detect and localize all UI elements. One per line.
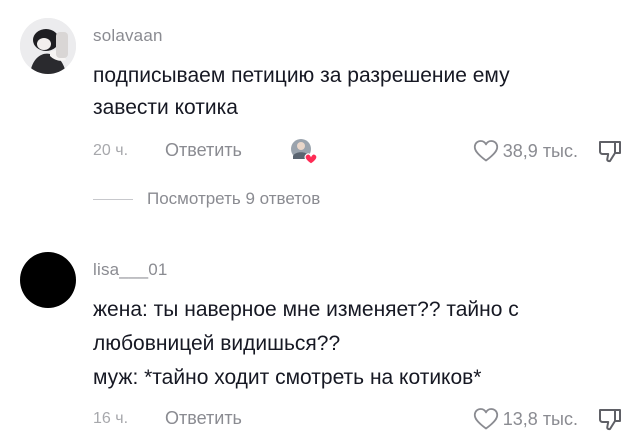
reply-button[interactable]: Ответить bbox=[165, 408, 242, 429]
avatar[interactable] bbox=[20, 18, 76, 74]
comment-text-line: муж: *тайно ходит смотреть на котиков* bbox=[93, 366, 482, 389]
view-replies-label: Посмотреть 9 ответов bbox=[147, 189, 321, 208]
like-count: 13,8 тыс. bbox=[502, 408, 578, 429]
like-count: 38,9 тыс. bbox=[502, 140, 578, 161]
comment-meta: 16 ч. Ответить 13,8 тыс. bbox=[93, 404, 624, 434]
heart-outline-icon bbox=[473, 140, 498, 162]
comment-text-line: завести котика bbox=[93, 96, 238, 119]
comment-item: lisa___01 жена: ты наверное мне изменяет… bbox=[0, 240, 640, 447]
like-button[interactable]: 38,9 тыс. bbox=[473, 138, 578, 164]
creator-liked-badge-icon bbox=[289, 136, 319, 166]
comment-text-line: жена: ты наверное мне изменяет?? тайно с bbox=[93, 298, 519, 321]
avatar-photo-icon bbox=[20, 18, 76, 74]
comment-time: 20 ч. bbox=[93, 142, 129, 159]
reply-button[interactable]: Ответить bbox=[165, 140, 242, 161]
comment-time: 16 ч. bbox=[93, 410, 129, 427]
thumbs-down-icon bbox=[598, 409, 621, 431]
like-button[interactable]: 13,8 тыс. bbox=[473, 406, 578, 432]
comment-item: solavaan подписываем петицию за разрешен… bbox=[0, 0, 640, 184]
avatar[interactable] bbox=[20, 252, 76, 308]
thumbs-down-icon bbox=[598, 141, 621, 163]
divider bbox=[93, 198, 133, 200]
comment-username[interactable]: lisa___01 bbox=[93, 260, 168, 280]
comment-text-line: подписываем петицию за разрешение ему bbox=[93, 64, 510, 87]
heart-outline-icon bbox=[473, 408, 498, 430]
comment-meta: 20 ч. Ответить 38,9 тыс. bbox=[93, 136, 624, 166]
comment-text-line: любовницей видишься?? bbox=[93, 332, 341, 355]
comment-username[interactable]: solavaan bbox=[93, 26, 163, 46]
dislike-button[interactable] bbox=[596, 406, 624, 434]
dislike-button[interactable] bbox=[596, 138, 624, 166]
view-replies-button[interactable]: Посмотреть 9 ответов bbox=[93, 184, 320, 214]
